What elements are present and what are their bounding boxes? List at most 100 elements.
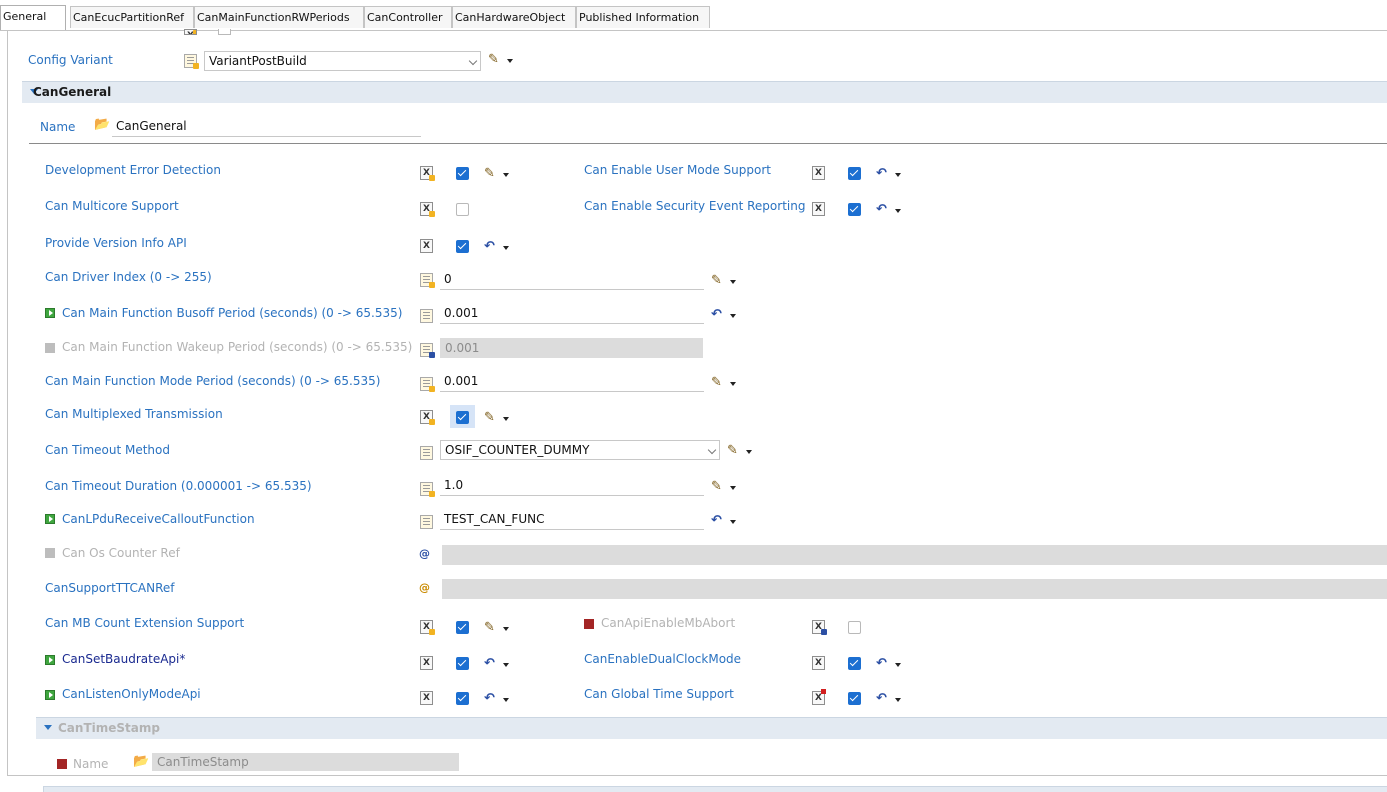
support-ttcan-ref-field[interactable] bbox=[442, 579, 1387, 599]
parameter-type-icon bbox=[420, 515, 433, 529]
enable-user-mode-support-label: Can Enable User Mode Support bbox=[584, 163, 771, 177]
caret-down-icon bbox=[895, 209, 901, 213]
green-play-flag-icon bbox=[45, 514, 55, 524]
pencil-icon: ✎ bbox=[484, 620, 495, 635]
provide-version-info-api-checkbox[interactable] bbox=[456, 240, 469, 253]
undo-arrow-icon: ↶ bbox=[876, 166, 887, 181]
can-timestamp-section-header[interactable]: CanTimeStamp bbox=[36, 717, 1387, 739]
revert-menu[interactable]: ↶ bbox=[876, 166, 904, 182]
lpdu-receive-callout-label: CanLPduReceiveCalloutFunction bbox=[62, 512, 255, 526]
tab-can-main-function-rw-periods[interactable]: CanMainFunctionRWPeriods bbox=[194, 6, 364, 28]
parameter-type-icon: X bbox=[420, 166, 435, 181]
undo-arrow-icon: ↶ bbox=[484, 691, 495, 706]
edit-menu[interactable]: ✎ bbox=[711, 479, 739, 495]
config-variant-edit-menu[interactable]: ✎ bbox=[488, 52, 516, 68]
tab-published-information[interactable]: Published Information bbox=[576, 6, 710, 28]
caret-down-icon bbox=[503, 698, 509, 702]
divider bbox=[29, 143, 1387, 144]
edit-menu[interactable]: ✎ bbox=[484, 620, 512, 636]
enable-security-event-reporting-label: Can Enable Security Event Reporting bbox=[584, 199, 806, 213]
folder-icon: 📂 bbox=[94, 117, 111, 132]
caret-down-icon bbox=[746, 450, 752, 454]
parameter-type-icon: X bbox=[184, 29, 197, 35]
mode-period-label: Can Main Function Mode Period (seconds) … bbox=[45, 374, 381, 388]
caret-down-icon bbox=[507, 59, 513, 63]
timeout-duration-field[interactable]: 1.0 bbox=[440, 476, 704, 496]
timeout-duration-label: Can Timeout Duration (0.000001 -> 65.535… bbox=[45, 479, 312, 493]
tab-can-hardware-object[interactable]: CanHardwareObject bbox=[452, 6, 576, 28]
edit-menu[interactable]: ✎ bbox=[711, 273, 739, 289]
multiplexed-transmission-label: Can Multiplexed Transmission bbox=[45, 407, 223, 421]
parameter-type-icon bbox=[420, 343, 435, 358]
revert-menu[interactable]: ↶ bbox=[484, 656, 512, 672]
multiplexed-transmission-checkbox[interactable] bbox=[456, 411, 469, 424]
parameter-type-icon: X bbox=[420, 656, 433, 670]
config-variant-select[interactable]: VariantPostBuild bbox=[204, 51, 481, 71]
can-driver-index-field[interactable]: 0 bbox=[440, 270, 704, 290]
parameter-type-icon bbox=[420, 309, 433, 323]
enable-dual-clock-mode-checkbox[interactable] bbox=[848, 657, 861, 670]
undo-arrow-icon: ↶ bbox=[711, 307, 722, 322]
revert-menu[interactable]: ↶ bbox=[876, 202, 904, 218]
edit-menu[interactable]: ✎ bbox=[484, 410, 512, 426]
busoff-period-field[interactable]: 0.001 bbox=[440, 304, 704, 324]
enable-dual-clock-mode-label: CanEnableDualClockMode bbox=[584, 652, 742, 666]
global-time-support-checkbox[interactable] bbox=[848, 692, 861, 705]
tab-label: Published Information bbox=[579, 11, 700, 24]
set-baudrate-api-checkbox[interactable] bbox=[456, 657, 469, 670]
enable-user-mode-support-checkbox[interactable] bbox=[848, 167, 861, 180]
development-error-detection-label: Development Error Detection bbox=[45, 163, 221, 177]
green-play-flag-icon bbox=[45, 655, 55, 665]
pencil-icon: ✎ bbox=[488, 52, 499, 67]
revert-menu[interactable]: ↶ bbox=[876, 691, 904, 707]
wakeup-period-field: 0.001 bbox=[440, 338, 703, 358]
reference-icon: @ bbox=[419, 547, 430, 560]
undo-arrow-icon: ↶ bbox=[876, 202, 887, 217]
parameter-type-icon: X bbox=[420, 620, 435, 635]
pencil-icon: ✎ bbox=[484, 410, 495, 425]
pencil-icon: ✎ bbox=[484, 166, 495, 181]
mode-period-field[interactable]: 0.001 bbox=[440, 372, 704, 392]
tab-can-controller[interactable]: CanController bbox=[364, 6, 452, 28]
can-timestamp-name-field: CanTimeStamp bbox=[152, 753, 459, 771]
can-general-section-header[interactable]: CanGeneral bbox=[22, 81, 1387, 103]
lpdu-receive-callout-field[interactable]: TEST_CAN_FUNC bbox=[440, 510, 704, 530]
grey-square-flag-icon bbox=[45, 343, 55, 353]
enable-security-event-reporting-checkbox[interactable] bbox=[848, 203, 861, 216]
edit-menu[interactable]: ✎ bbox=[727, 443, 755, 459]
can-multicore-support-label: Can Multicore Support bbox=[45, 199, 179, 213]
api-enable-mb-abort-label: CanApiEnableMbAbort bbox=[601, 616, 736, 630]
can-multicore-support-checkbox[interactable] bbox=[456, 203, 469, 216]
mb-count-extension-checkbox[interactable] bbox=[456, 621, 469, 634]
pencil-icon: ✎ bbox=[711, 273, 722, 288]
tab-can-ecuc-partition-ref[interactable]: CanEcucPartitionRef bbox=[70, 6, 194, 28]
collapse-triangle-icon bbox=[44, 725, 52, 730]
revert-menu[interactable]: ↶ bbox=[484, 691, 512, 707]
edit-menu[interactable]: ✎ bbox=[711, 375, 739, 391]
can-general-name-field[interactable]: CanGeneral bbox=[112, 117, 421, 137]
revert-menu[interactable]: ↶ bbox=[711, 513, 739, 529]
revert-menu[interactable]: ↶ bbox=[484, 239, 512, 255]
caret-down-icon bbox=[503, 173, 509, 177]
tab-label: CanHardwareObject bbox=[455, 11, 566, 24]
mb-count-extension-label: Can MB Count Extension Support bbox=[45, 616, 245, 630]
section-title: CanGeneral bbox=[33, 85, 112, 99]
undo-arrow-icon: ↶ bbox=[876, 656, 887, 671]
can-driver-index-label: Can Driver Index (0 -> 255) bbox=[45, 270, 212, 284]
listen-only-mode-api-checkbox[interactable] bbox=[456, 692, 469, 705]
parameter-type-icon: X bbox=[812, 620, 827, 635]
api-enable-mb-abort-checkbox bbox=[848, 621, 861, 634]
config-variant-label: Config Variant bbox=[28, 53, 113, 67]
revert-menu[interactable]: ↶ bbox=[711, 307, 739, 323]
partial-checkbox[interactable] bbox=[218, 29, 231, 35]
undo-arrow-icon: ↶ bbox=[484, 239, 495, 254]
development-error-detection-checkbox[interactable] bbox=[456, 167, 469, 180]
revert-menu[interactable]: ↶ bbox=[876, 656, 904, 672]
timeout-method-label: Can Timeout Method bbox=[45, 443, 170, 457]
edit-menu[interactable]: ✎ bbox=[484, 166, 512, 182]
tab-general[interactable]: General bbox=[0, 5, 66, 30]
caret-down-icon bbox=[730, 382, 736, 386]
timeout-method-select[interactable]: OSIF_COUNTER_DUMMY bbox=[440, 440, 720, 460]
section-title: CanTimeStamp bbox=[58, 721, 160, 735]
parameter-type-icon: X bbox=[420, 202, 435, 217]
